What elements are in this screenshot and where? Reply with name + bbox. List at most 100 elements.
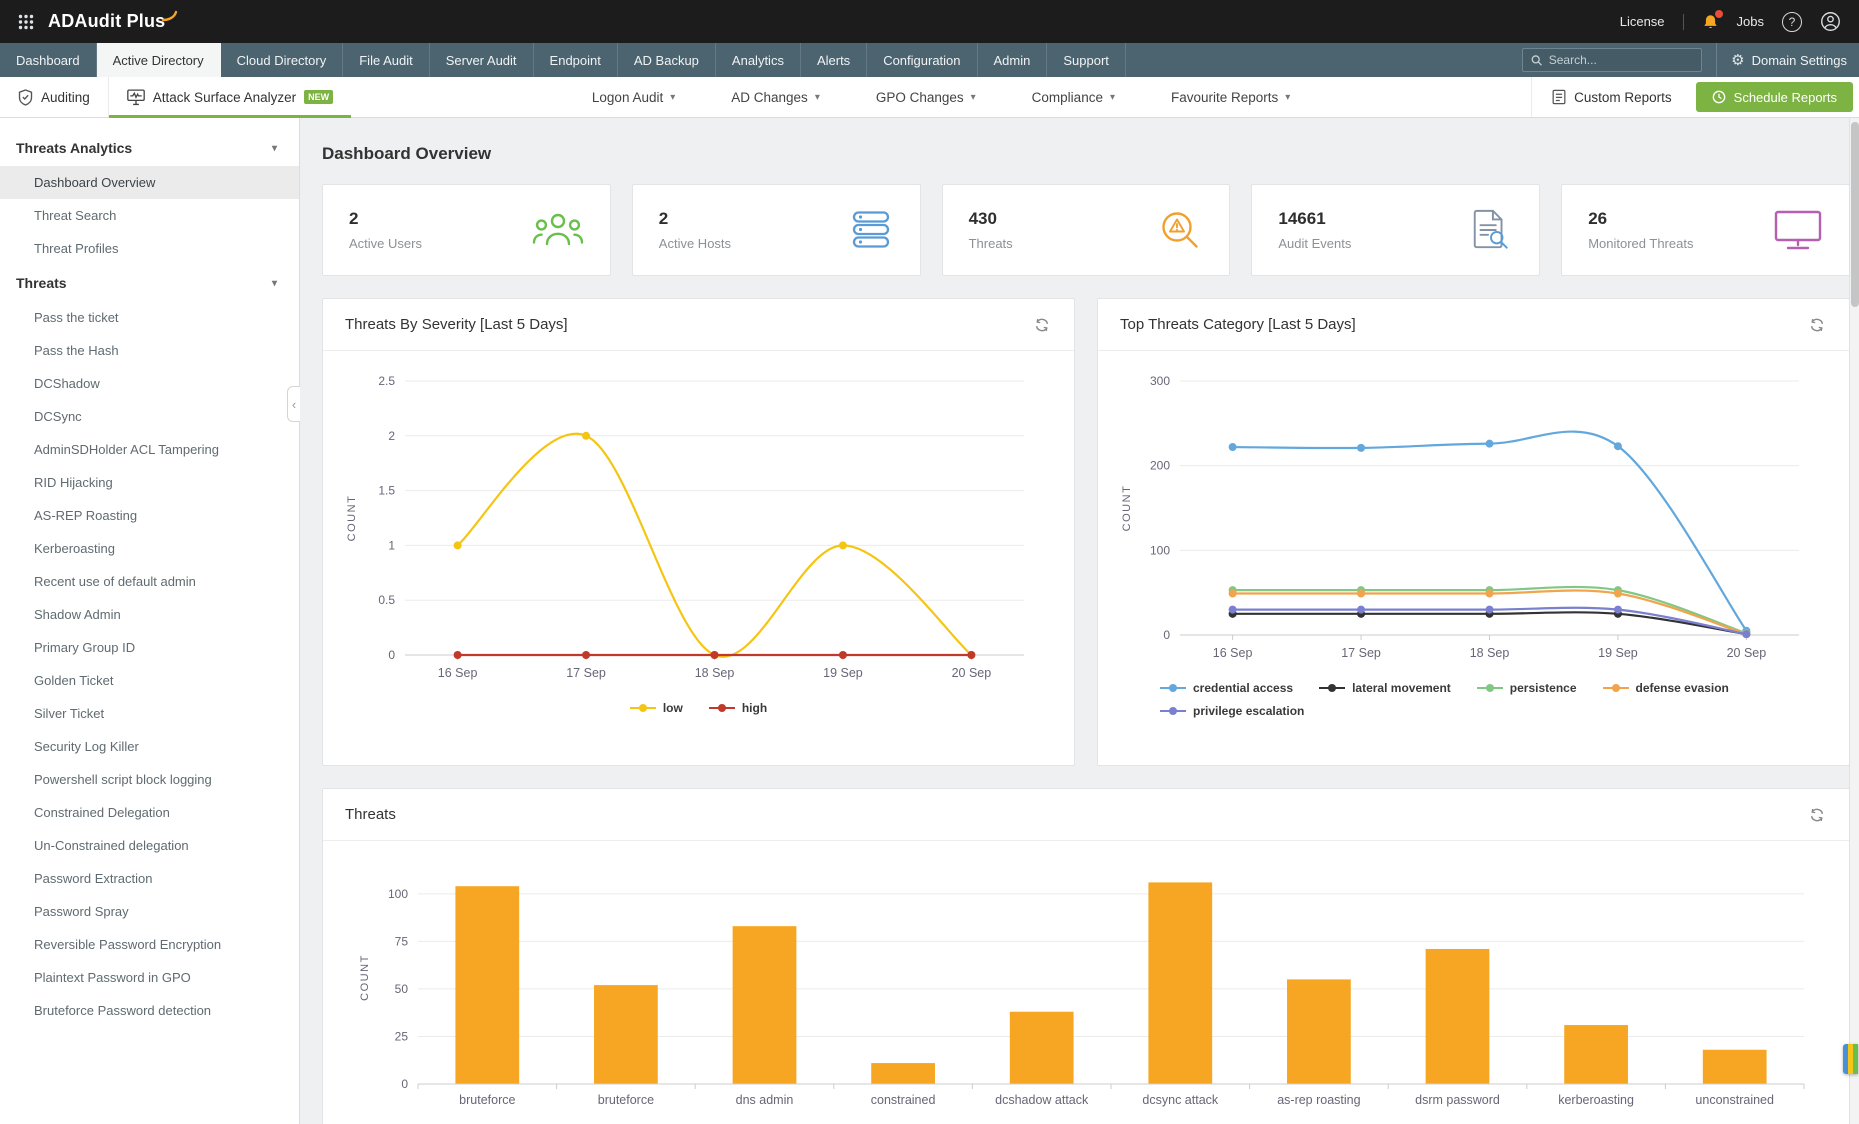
help-icon[interactable]: ? bbox=[1782, 12, 1802, 32]
legend-lateral-movement[interactable]: lateral movement bbox=[1319, 681, 1451, 695]
svg-text:16 Sep: 16 Sep bbox=[1213, 646, 1253, 660]
nav-tab-analytics[interactable]: Analytics bbox=[716, 43, 801, 77]
primary-nav: DashboardActive DirectoryCloud Directory… bbox=[0, 43, 1859, 77]
sidebar-section-threats[interactable]: Threats▾ bbox=[0, 265, 299, 301]
scrollbar-track[interactable] bbox=[1849, 118, 1859, 1124]
legend-high[interactable]: high bbox=[709, 701, 767, 715]
stat-card-audit-events[interactable]: 14661 Audit Events bbox=[1251, 184, 1540, 276]
sidebar-item-powershell-script-block-logging[interactable]: Powershell script block logging bbox=[0, 763, 299, 796]
apps-grid-icon[interactable] bbox=[18, 14, 34, 30]
nav-tab-file-audit[interactable]: File Audit bbox=[343, 43, 429, 77]
sidebar-item-dashboard-overview[interactable]: Dashboard Overview bbox=[0, 166, 299, 199]
sidebar-item-adminsdholder-acl-tampering[interactable]: AdminSDHolder ACL Tampering bbox=[0, 433, 299, 466]
refresh-icon[interactable] bbox=[1807, 315, 1827, 335]
stat-card-active-users[interactable]: 2 Active Users bbox=[322, 184, 611, 276]
domain-settings-button[interactable]: ⚙ Domain Settings bbox=[1716, 43, 1847, 77]
nav-tab-configuration[interactable]: Configuration bbox=[867, 43, 977, 77]
stat-card-monitored-threats[interactable]: 26 Monitored Threats bbox=[1561, 184, 1850, 276]
sidebar-item-threat-search[interactable]: Threat Search bbox=[0, 199, 299, 232]
legend-persistence[interactable]: persistence bbox=[1477, 681, 1577, 695]
sidebar-item-reversible-password-encryption[interactable]: Reversible Password Encryption bbox=[0, 928, 299, 961]
custom-reports-button[interactable]: Custom Reports bbox=[1531, 77, 1692, 117]
sidebar-item-security-log-killer[interactable]: Security Log Killer bbox=[0, 730, 299, 763]
sidebar-section-threats-analytics[interactable]: Threats Analytics▾ bbox=[0, 130, 299, 166]
license-link[interactable]: License bbox=[1620, 14, 1665, 29]
nav-tab-dashboard[interactable]: Dashboard bbox=[0, 43, 97, 77]
sidebar-item-plaintext-password-in-gpo[interactable]: Plaintext Password in GPO bbox=[0, 961, 299, 994]
sidebar-item-bruteforce-password-detection[interactable]: Bruteforce Password detection bbox=[0, 994, 299, 1027]
sidebar-item-pass-the-hash[interactable]: Pass the Hash bbox=[0, 334, 299, 367]
main-nav-tabs: DashboardActive DirectoryCloud Directory… bbox=[0, 43, 1126, 77]
notifications-bell-icon[interactable] bbox=[1702, 13, 1719, 31]
nav-tab-cloud-directory[interactable]: Cloud Directory bbox=[221, 43, 344, 77]
sidebar-item-silver-ticket[interactable]: Silver Ticket bbox=[0, 697, 299, 730]
search-input[interactable] bbox=[1549, 53, 1693, 67]
nav-tab-alerts[interactable]: Alerts bbox=[801, 43, 867, 77]
legend-low[interactable]: low bbox=[630, 701, 683, 715]
nav-tab-endpoint[interactable]: Endpoint bbox=[534, 43, 618, 77]
sidebar-item-golden-ticket[interactable]: Golden Ticket bbox=[0, 664, 299, 697]
sidebar-item-recent-use-of-default-admin[interactable]: Recent use of default admin bbox=[0, 565, 299, 598]
svg-text:0: 0 bbox=[388, 648, 395, 662]
menu-gpo-changes[interactable]: GPO Changes ▾ bbox=[850, 77, 1002, 117]
menu-compliance[interactable]: Compliance▾ bbox=[1006, 77, 1141, 117]
chevron-down-icon: ▾ bbox=[971, 92, 976, 103]
stat-value: 2 bbox=[659, 209, 731, 229]
legend-privilege-escalation[interactable]: privilege escalation bbox=[1160, 704, 1304, 718]
sidebar-collapse-handle[interactable]: ‹ bbox=[287, 386, 300, 422]
svg-text:200: 200 bbox=[1150, 459, 1170, 473]
menu-favourite-reports[interactable]: Favourite Reports▾ bbox=[1145, 77, 1316, 117]
menu-ad-changes[interactable]: AD Changes▾ bbox=[705, 77, 846, 117]
stat-label: Active Hosts bbox=[659, 236, 731, 251]
sidebar-item-un-constrained-delegation[interactable]: Un-Constrained delegation bbox=[0, 829, 299, 862]
menu-label: GPO Changes bbox=[876, 90, 964, 105]
nav-tab-admin[interactable]: Admin bbox=[978, 43, 1048, 77]
legend-defense-evasion[interactable]: defense evasion bbox=[1603, 681, 1729, 695]
report-document-icon bbox=[1552, 89, 1566, 105]
svg-text:18 Sep: 18 Sep bbox=[695, 666, 735, 680]
stat-card-threats[interactable]: 430 Threats bbox=[942, 184, 1231, 276]
stat-card-active-hosts[interactable]: 2 Active Hosts bbox=[632, 184, 921, 276]
refresh-icon[interactable] bbox=[1807, 805, 1827, 825]
legend-credential-access[interactable]: credential access bbox=[1160, 681, 1293, 695]
user-avatar-icon[interactable] bbox=[1820, 11, 1841, 32]
nav-tab-ad-backup[interactable]: AD Backup bbox=[618, 43, 716, 77]
svg-text:COUNT: COUNT bbox=[359, 954, 371, 1001]
sidebar-item-as-rep-roasting[interactable]: AS-REP Roasting bbox=[0, 499, 299, 532]
topbar-divider bbox=[1683, 14, 1684, 30]
global-search[interactable] bbox=[1522, 48, 1702, 72]
jobs-link[interactable]: Jobs bbox=[1737, 14, 1764, 29]
svg-text:100: 100 bbox=[388, 887, 408, 901]
tab-auditing[interactable]: Auditing bbox=[0, 77, 108, 117]
refresh-icon[interactable] bbox=[1032, 315, 1052, 335]
sidebar-item-rid-hijacking[interactable]: RID Hijacking bbox=[0, 466, 299, 499]
svg-text:dcsync attack: dcsync attack bbox=[1142, 1093, 1218, 1107]
sidebar-item-dcsync[interactable]: DCSync bbox=[0, 400, 299, 433]
sidebar-item-shadow-admin[interactable]: Shadow Admin bbox=[0, 598, 299, 631]
sidebar-item-constrained-delegation[interactable]: Constrained Delegation bbox=[0, 796, 299, 829]
stat-label: Monitored Threats bbox=[1588, 236, 1693, 251]
schedule-reports-button[interactable]: Schedule Reports bbox=[1696, 82, 1853, 112]
app-logo[interactable]: ADAudit Plus bbox=[48, 11, 179, 32]
scrollbar-thumb[interactable] bbox=[1851, 122, 1859, 307]
support-chat-widget-icon[interactable] bbox=[1843, 1044, 1858, 1074]
nav-tab-server-audit[interactable]: Server Audit bbox=[430, 43, 534, 77]
severity-line-chart: 00.511.522.5COUNT16 Sep17 Sep18 Sep19 Se… bbox=[323, 351, 1074, 701]
topbar-actions: License Jobs ? bbox=[1620, 11, 1841, 32]
sidebar-item-kerberoasting[interactable]: Kerberoasting bbox=[0, 532, 299, 565]
svg-text:dsrm password: dsrm password bbox=[1415, 1093, 1500, 1107]
sidebar-item-password-spray[interactable]: Password Spray bbox=[0, 895, 299, 928]
sidebar-item-dcshadow[interactable]: DCShadow bbox=[0, 367, 299, 400]
sidebar-item-threat-profiles[interactable]: Threat Profiles bbox=[0, 232, 299, 265]
stat-value: 26 bbox=[1588, 209, 1693, 229]
tab-attack-surface-analyzer[interactable]: Attack Surface Analyzer NEW bbox=[108, 77, 351, 117]
sidebar-item-password-extraction[interactable]: Password Extraction bbox=[0, 862, 299, 895]
sidebar-item-primary-group-id[interactable]: Primary Group ID bbox=[0, 631, 299, 664]
nav-tab-support[interactable]: Support bbox=[1047, 43, 1126, 77]
menu-logon-audit[interactable]: Logon Audit▾ bbox=[566, 77, 701, 117]
logo-swoosh-icon bbox=[161, 9, 179, 23]
sidebar-item-pass-the-ticket[interactable]: Pass the ticket bbox=[0, 301, 299, 334]
nav-right: ⚙ Domain Settings bbox=[1522, 43, 1859, 77]
stat-cards: 2 Active Users 2 Active Hosts bbox=[322, 184, 1850, 276]
nav-tab-active-directory[interactable]: Active Directory bbox=[97, 43, 221, 77]
